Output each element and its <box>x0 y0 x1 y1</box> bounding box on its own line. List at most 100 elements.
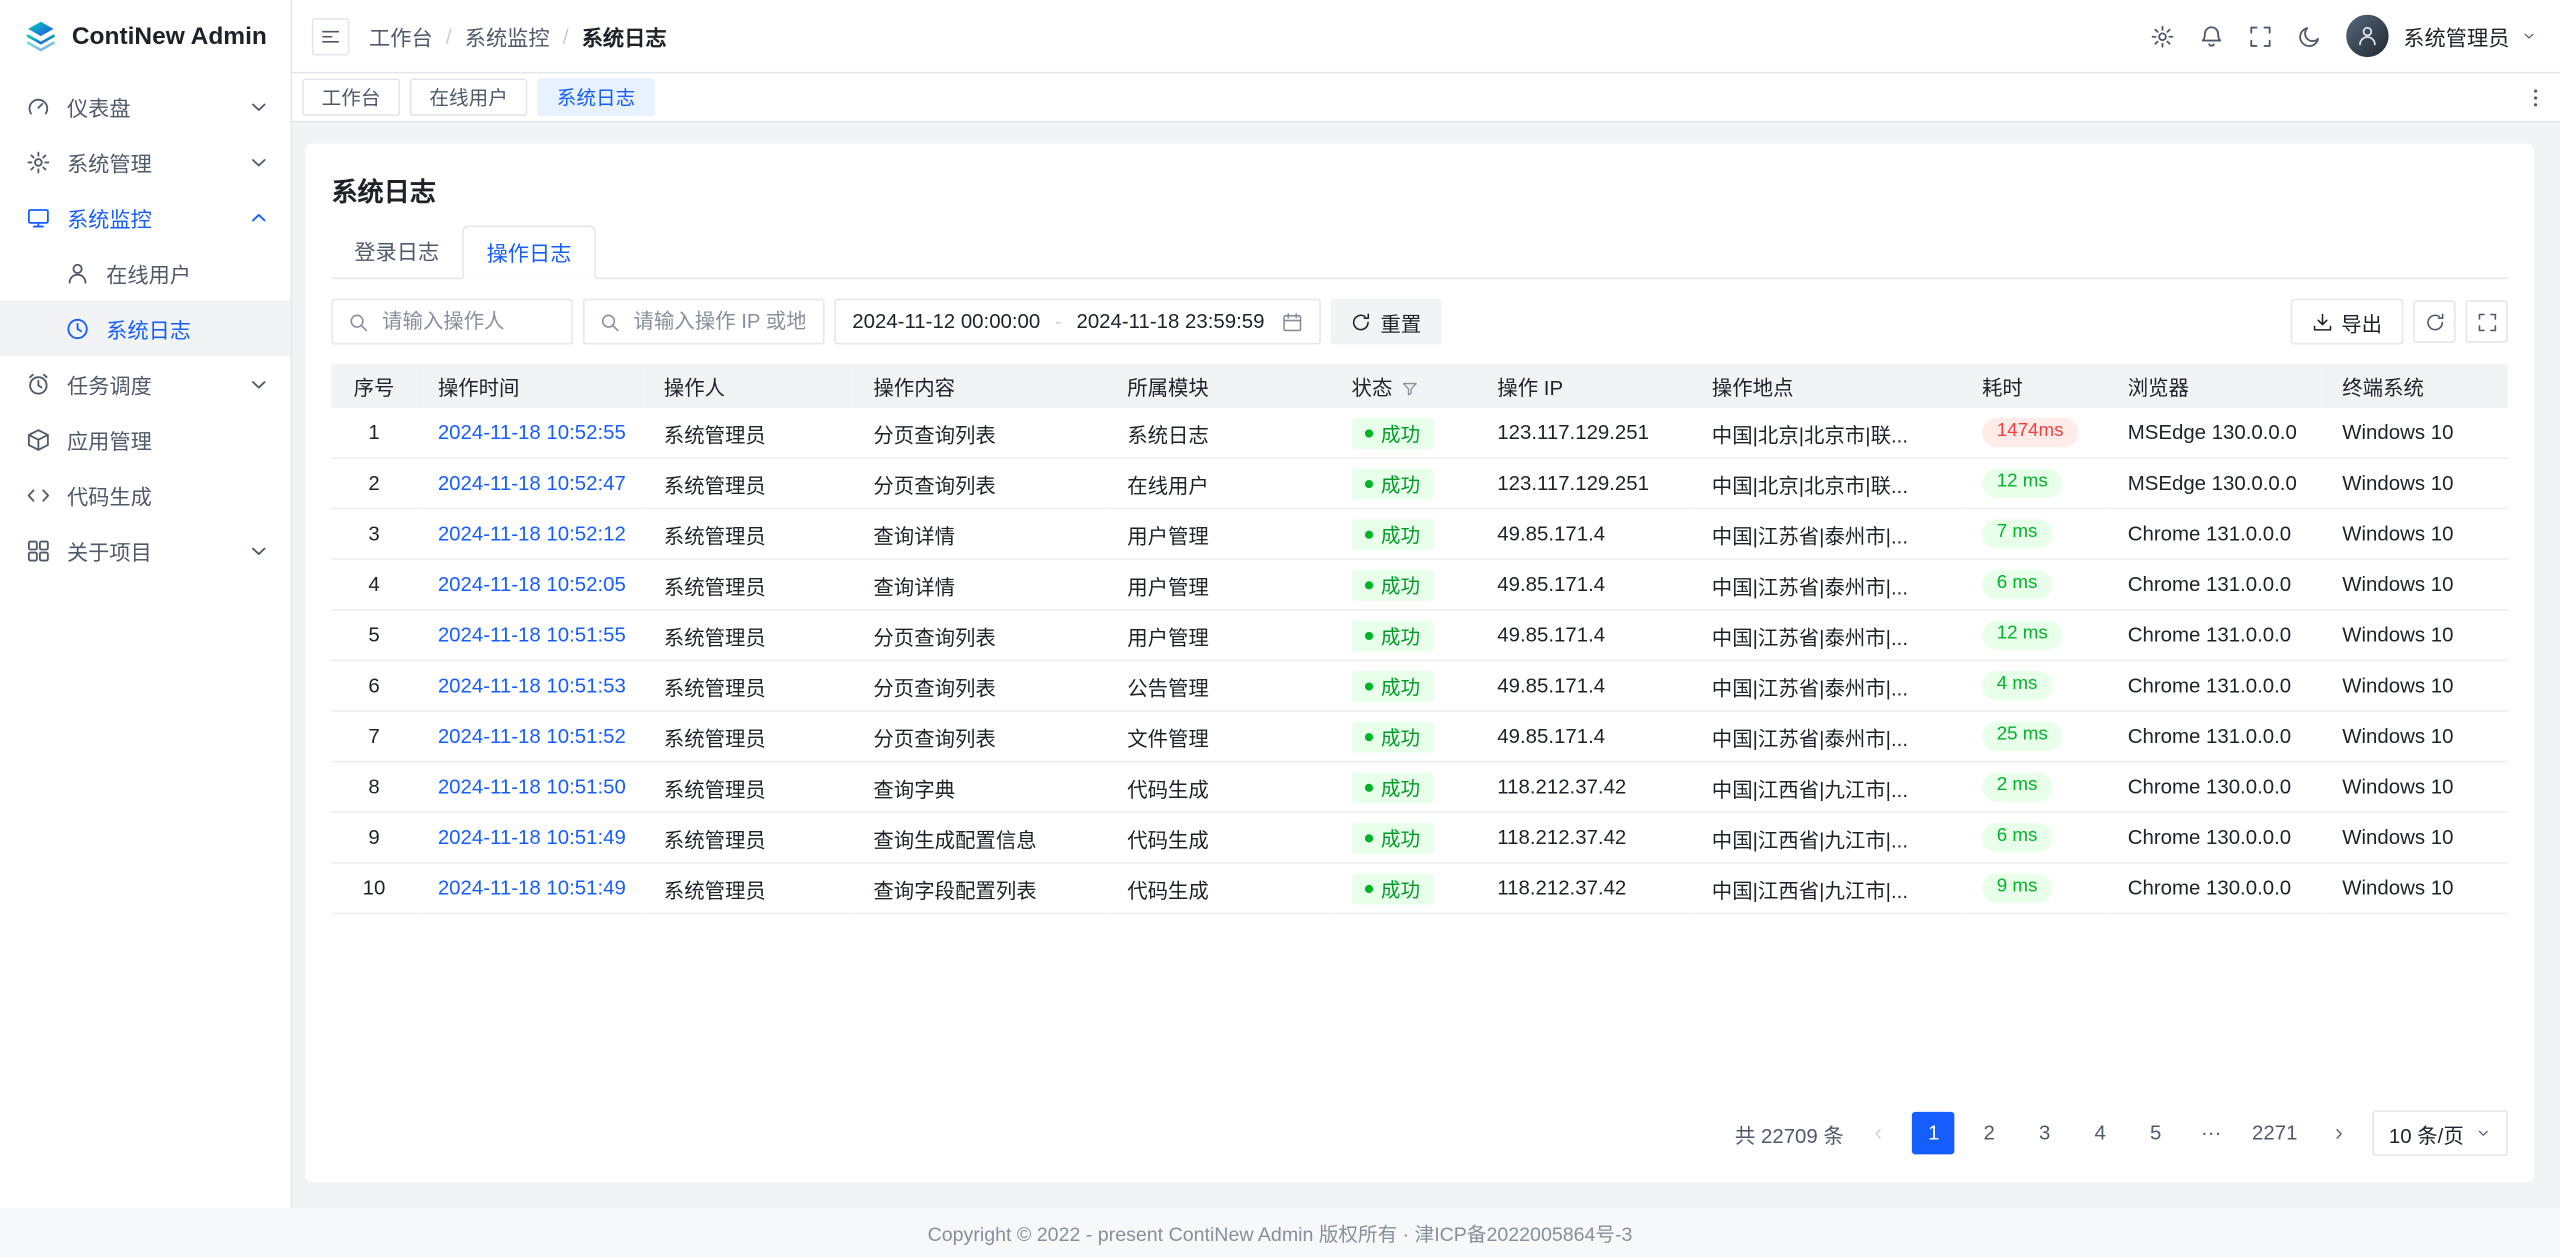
table-row: 22024-11-18 10:52:47系统管理员分页查询列表在线用户成功123… <box>331 458 2507 509</box>
sidebar-item-1[interactable]: 系统管理 <box>0 134 291 190</box>
prev-page-button[interactable] <box>1857 1112 1899 1154</box>
sidebar-item-0[interactable]: 仪表盘 <box>0 78 291 134</box>
dark-mode-icon[interactable] <box>2297 24 2321 48</box>
breadcrumb-item[interactable]: 系统监控 <box>465 20 550 51</box>
ip-input[interactable] <box>630 309 808 335</box>
duration-badge: 9 ms <box>1982 874 2052 903</box>
table-row: 102024-11-18 10:51:49系统管理员查询字段配置列表代码生成成功… <box>331 863 2507 914</box>
filter-icon[interactable] <box>1401 380 1419 398</box>
log-tabs: 登录日志操作日志 <box>331 225 2507 279</box>
breadcrumb-item[interactable]: 系统日志 <box>582 20 667 51</box>
cell-browser: Chrome 131.0.0.0 <box>2107 509 2322 560</box>
sidebar-item-6[interactable]: 关于项目 <box>0 522 291 578</box>
table-fullscreen-button[interactable] <box>2465 300 2507 342</box>
cell-os: Windows 10 <box>2321 762 2508 813</box>
ip-search-input[interactable] <box>583 299 825 345</box>
settings-icon <box>26 149 50 173</box>
settings-icon[interactable] <box>2150 24 2174 48</box>
next-page-button[interactable] <box>2317 1112 2359 1154</box>
page-button-2[interactable]: 2 <box>1968 1112 2010 1154</box>
column-header-7: 操作地点 <box>1691 364 1961 408</box>
log-tab-1[interactable]: 操作日志 <box>462 225 596 279</box>
date-range-picker[interactable]: 2024-11-12 00:00:00 - 2024-11-18 23:59:5… <box>834 299 1321 345</box>
cell-operator: 系统管理员 <box>643 711 853 762</box>
page-button-4[interactable]: 4 <box>2079 1112 2121 1154</box>
duration-badge: 25 ms <box>1982 722 2063 751</box>
date-end[interactable]: 2024-11-18 23:59:59 <box>1076 310 1264 333</box>
cell-os: Windows 10 <box>2321 863 2508 914</box>
sidebar-subitem-1[interactable]: 系统日志 <box>0 300 291 356</box>
sidebar-item-4[interactable]: 应用管理 <box>0 411 291 467</box>
user-menu[interactable]: 系统管理员 <box>2403 20 2509 51</box>
cell-time-link[interactable]: 2024-11-18 10:51:49 <box>438 877 626 900</box>
page-button-···[interactable]: ··· <box>2190 1112 2232 1154</box>
table-row: 82024-11-18 10:51:50系统管理员查询字典代码生成成功118.2… <box>331 762 2507 813</box>
cell-module: 用户管理 <box>1106 559 1330 610</box>
sidebar-item-5[interactable]: 代码生成 <box>0 467 291 523</box>
cell-time-link[interactable]: 2024-11-18 10:51:55 <box>438 624 626 647</box>
status-dot-icon <box>1365 479 1373 487</box>
sidebar-item-3[interactable]: 任务调度 <box>0 356 291 412</box>
column-header-8: 耗时 <box>1961 364 2107 408</box>
cell-time-link[interactable]: 2024-11-18 10:51:52 <box>438 725 626 748</box>
cell-time-link[interactable]: 2024-11-18 10:52:47 <box>438 472 626 495</box>
cell-no: 6 <box>331 660 416 711</box>
menu-fold-icon <box>320 25 341 46</box>
avatar[interactable] <box>2346 15 2388 57</box>
reset-button[interactable]: 重置 <box>1331 299 1440 345</box>
page-tab-0[interactable]: 工作台 <box>302 78 400 116</box>
date-start[interactable]: 2024-11-12 00:00:00 <box>852 310 1040 333</box>
status-dot-icon <box>1365 682 1373 690</box>
cell-ip: 49.85.171.4 <box>1476 559 1691 610</box>
log-table: 序号操作时间操作人操作内容所属模块状态操作 IP操作地点耗时浏览器终端系统 12… <box>331 364 2507 914</box>
cell-location: 中国|江苏省|泰州市|... <box>1691 509 1961 560</box>
copyright-text: Copyright © 2022 - present ContiNew Admi… <box>928 1219 1633 1247</box>
operator-search-input[interactable] <box>331 299 573 345</box>
sidebar-collapse-button[interactable] <box>312 17 350 55</box>
status-badge: 成功 <box>1352 569 1434 600</box>
cell-time-link[interactable]: 2024-11-18 10:51:53 <box>438 674 626 697</box>
log-tab-0[interactable]: 登录日志 <box>331 225 462 279</box>
page-button-3[interactable]: 3 <box>2023 1112 2065 1154</box>
page-tab-1[interactable]: 在线用户 <box>410 78 528 116</box>
status-dot-icon <box>1365 732 1373 740</box>
sidebar-subitem-0[interactable]: 在线用户 <box>0 245 291 301</box>
cell-time-link[interactable]: 2024-11-18 10:52:55 <box>438 421 626 444</box>
breadcrumb-item[interactable]: 工作台 <box>369 20 433 51</box>
cell-time-link[interactable]: 2024-11-18 10:52:05 <box>438 573 626 596</box>
schedule-icon <box>26 371 50 395</box>
chevron-down-icon <box>247 94 271 118</box>
cell-time-link[interactable]: 2024-11-18 10:51:49 <box>438 826 626 849</box>
page-size-select[interactable]: 10 条/页 <box>2373 1110 2508 1156</box>
table-row: 92024-11-18 10:51:49系统管理员查询生成配置信息代码生成成功1… <box>331 812 2507 863</box>
operator-input[interactable] <box>379 309 557 335</box>
app-logo-icon <box>23 18 59 54</box>
status-badge: 成功 <box>1352 670 1434 701</box>
page-button-5[interactable]: 5 <box>2134 1112 2176 1154</box>
sidebar-item-2[interactable]: 系统监控 <box>0 189 291 245</box>
export-button[interactable]: 导出 <box>2291 299 2404 345</box>
cell-time-link[interactable]: 2024-11-18 10:51:50 <box>438 776 626 799</box>
cell-content: 查询字段配置列表 <box>852 863 1106 914</box>
cell-module: 文件管理 <box>1106 711 1330 762</box>
column-header-4: 所属模块 <box>1106 364 1330 408</box>
search-icon <box>348 311 369 332</box>
tab-actions-icon[interactable] <box>2524 86 2547 109</box>
notifications-icon[interactable] <box>2199 24 2223 48</box>
page-button-1[interactable]: 1 <box>1912 1112 1954 1154</box>
refresh-icon <box>2424 311 2445 332</box>
cell-no: 4 <box>331 559 416 610</box>
logo[interactable]: ContiNew Admin <box>0 0 291 72</box>
cell-time-link[interactable]: 2024-11-18 10:52:12 <box>438 522 626 545</box>
cell-browser: Chrome 131.0.0.0 <box>2107 559 2322 610</box>
main-content: 系统日志 登录日志操作日志 <box>292 122 2560 1208</box>
fullscreen-icon[interactable] <box>2248 24 2272 48</box>
cell-operator: 系统管理员 <box>643 863 853 914</box>
page-button-2271[interactable]: 2271 <box>2245 1112 2303 1154</box>
refresh-table-button[interactable] <box>2413 300 2455 342</box>
column-header-9: 浏览器 <box>2107 364 2322 408</box>
page-tab-2[interactable]: 系统日志 <box>537 78 655 116</box>
status-badge: 成功 <box>1352 873 1434 904</box>
log-icon <box>65 316 89 340</box>
cell-os: Windows 10 <box>2321 711 2508 762</box>
